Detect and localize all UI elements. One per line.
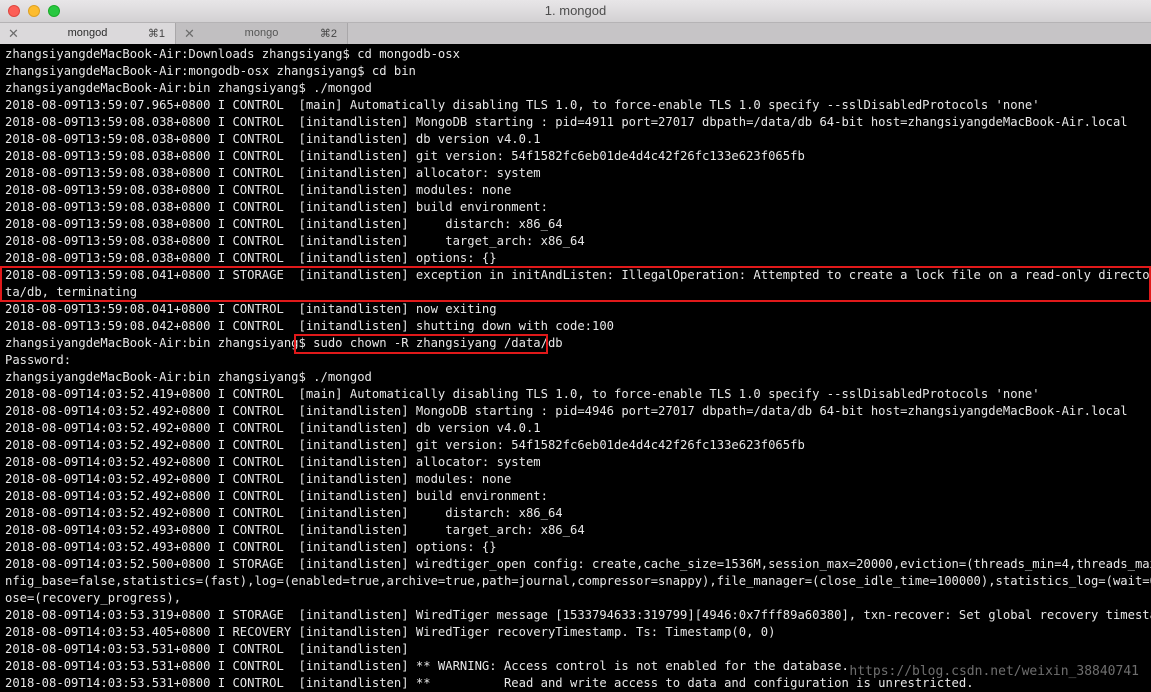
terminal-line: 2018-08-09T13:59:08.041+0800 I CONTROL [… bbox=[5, 302, 497, 316]
terminal-line: 2018-08-09T14:03:52.493+0800 I CONTROL [… bbox=[5, 540, 497, 554]
terminal-line: 2018-08-09T13:59:08.038+0800 I CONTROL [… bbox=[5, 251, 497, 265]
terminal-line: 2018-08-09T14:03:52.419+0800 I CONTROL [… bbox=[5, 387, 1040, 401]
terminal-line: 2018-08-09T14:03:52.492+0800 I CONTROL [… bbox=[5, 421, 541, 435]
terminal-line: 2018-08-09T14:03:52.493+0800 I CONTROL [… bbox=[5, 523, 585, 537]
tab-mongod[interactable]: ✕ mongod ⌘1 bbox=[0, 23, 176, 44]
terminal-line: ta/db, terminating bbox=[5, 285, 138, 299]
terminal-line: 2018-08-09T13:59:08.038+0800 I CONTROL [… bbox=[5, 217, 563, 231]
terminal-line: 2018-08-09T13:59:08.038+0800 I CONTROL [… bbox=[5, 166, 541, 180]
terminal-line: 2018-08-09T14:03:52.492+0800 I CONTROL [… bbox=[5, 438, 805, 452]
terminal-line: zhangsiyangdeMacBook-Air:Downloads zhang… bbox=[5, 47, 460, 61]
terminal-line: 2018-08-09T14:03:53.405+0800 I RECOVERY … bbox=[5, 625, 776, 639]
terminal-line: ose=(recovery_progress), bbox=[5, 591, 182, 605]
terminal-line: zhangsiyangdeMacBook-Air:bin zhangsiyang… bbox=[5, 370, 372, 384]
tab-bar: ✕ mongod ⌘1 ✕ mongo ⌘2 bbox=[0, 22, 1151, 44]
terminal-line: 2018-08-09T13:59:08.038+0800 I CONTROL [… bbox=[5, 132, 541, 146]
terminal-line: zhangsiyangdeMacBook-Air:bin zhangsiyang… bbox=[5, 336, 563, 350]
terminal-line: 2018-08-09T13:59:08.038+0800 I CONTROL [… bbox=[5, 183, 512, 197]
terminal-line: nfig_base=false,statistics=(fast),log=(e… bbox=[5, 574, 1151, 588]
tab-shortcut: ⌘2 bbox=[319, 28, 337, 40]
window-title: 1. mongod bbox=[544, 3, 607, 18]
terminal-window: 1. mongod ✕ mongod ⌘1 ✕ mongo ⌘2 2018-08… bbox=[0, 0, 1151, 692]
terminal-line: 2018-08-09T13:59:08.038+0800 I CONTROL [… bbox=[5, 200, 548, 214]
terminal-line: 2018-08-09T14:03:53.531+0800 I CONTROL [… bbox=[5, 642, 409, 656]
terminal-line: 2018-08-09T13:59:08.038+0800 I CONTROL [… bbox=[5, 149, 805, 163]
terminal-line: zhangsiyangdeMacBook-Air:mongodb-osx zha… bbox=[5, 64, 416, 78]
terminal-line: 2018-08-09T14:03:53.319+0800 I STORAGE [… bbox=[5, 608, 1151, 622]
terminal-line: 2018-08-09T13:59:08.038+0800 I CONTROL [… bbox=[5, 234, 585, 248]
terminal-line: 2018-08-09T14:03:52.492+0800 I CONTROL [… bbox=[5, 489, 548, 503]
tab-shortcut: ⌘1 bbox=[147, 28, 165, 40]
terminal-output[interactable]: 2018-08-09T14:03:53.531+0800 I CONTROL [… bbox=[0, 44, 1151, 692]
terminal-line: 2018-08-09T14:03:52.500+0800 I STORAGE [… bbox=[5, 557, 1151, 571]
watermark-text: https://blog.csdn.net/weixin_38840741 bbox=[849, 664, 1139, 679]
terminal-line: 2018-08-09T14:03:52.492+0800 I CONTROL [… bbox=[5, 472, 512, 486]
terminal-line: Password: bbox=[5, 353, 72, 367]
terminal-line: 2018-08-09T14:03:52.492+0800 I CONTROL [… bbox=[5, 404, 1128, 418]
terminal-line: 2018-08-09T13:59:08.042+0800 I CONTROL [… bbox=[5, 319, 615, 333]
terminal-line: 2018-08-09T13:59:08.038+0800 I CONTROL [… bbox=[5, 115, 1128, 129]
title-bar: 1. mongod bbox=[0, 0, 1151, 22]
tab-mongo[interactable]: ✕ mongo ⌘2 bbox=[176, 23, 348, 44]
terminal-line: 2018-08-09T13:59:08.041+0800 I STORAGE [… bbox=[5, 268, 1151, 282]
terminal-line: 2018-08-09T13:59:07.965+0800 I CONTROL [… bbox=[5, 98, 1040, 112]
terminal-line: 2018-08-09T14:03:52.492+0800 I CONTROL [… bbox=[5, 506, 563, 520]
terminal-line: 2018-08-09T14:03:52.492+0800 I CONTROL [… bbox=[5, 455, 541, 469]
terminal-line: zhangsiyangdeMacBook-Air:bin zhangsiyang… bbox=[5, 81, 372, 95]
